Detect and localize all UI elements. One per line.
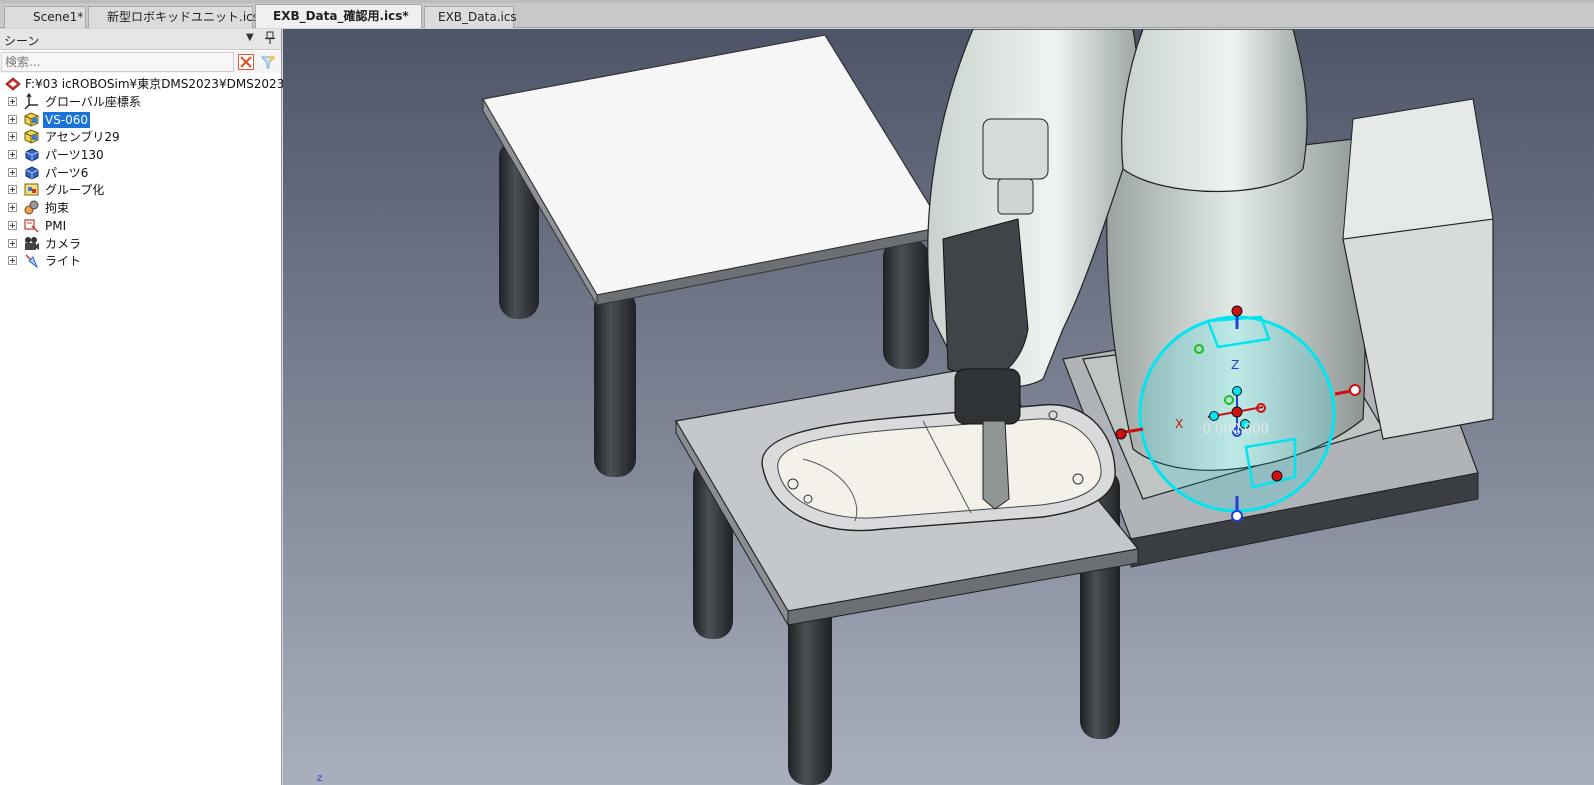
tree-item-pmi[interactable]: PMI <box>0 217 281 235</box>
tree-root-file[interactable]: F:¥03 icROBOSim¥東京DMS2023¥DMS2023¥3Dデ <box>0 75 321 93</box>
tree-item-light[interactable]: ライト <box>0 252 281 270</box>
tree-item-constraint[interactable]: 拘束 <box>0 199 281 217</box>
expand-icon[interactable] <box>8 203 17 213</box>
tab-robokid-unit[interactable]: 新型ロボキッドユニット.ics* <box>88 6 265 28</box>
tab-label: Scene1* <box>33 10 84 24</box>
tree-item-assembly29[interactable]: アセンブリ29 <box>0 128 281 146</box>
scene-root-icon <box>4 76 22 92</box>
tree-item-label: ライト <box>45 254 82 269</box>
gizmo-value-readout: -0.000.000 <box>1198 422 1269 437</box>
expand-icon[interactable] <box>8 185 17 195</box>
constraint-icon <box>23 199 40 216</box>
assembly-icon <box>23 128 40 145</box>
view-axis-indicator: z <box>317 773 322 784</box>
tree-root-label: F:¥03 icROBOSim¥東京DMS2023¥DMS2023¥3Dデ <box>25 77 321 91</box>
app-window: Scene1* 新型ロボキッドユニット.ics* EXB_Data_確認用.ic… <box>0 0 1594 785</box>
tree-item-vs-060[interactable]: VS-060 <box>0 111 281 129</box>
tab-label: 新型ロボキッドユニット.ics* <box>107 10 265 24</box>
scene-panel-header: シーン ▼ <box>0 29 281 50</box>
scene-search-input[interactable] <box>1 52 234 72</box>
clear-search-close-icon[interactable] <box>238 54 254 70</box>
assembly-icon <box>23 111 40 128</box>
group-icon <box>23 181 40 198</box>
tab-bar-top-strip <box>0 0 1594 3</box>
tree-item-parts6[interactable]: パーツ6 <box>0 164 281 182</box>
scene-panel-title: シーン <box>4 34 40 48</box>
expand-icon[interactable] <box>8 220 17 230</box>
document-tab-bar: Scene1* 新型ロボキッドユニット.ics* EXB_Data_確認用.ic… <box>0 0 1594 28</box>
expand-icon[interactable] <box>8 97 17 106</box>
light-icon <box>23 252 40 269</box>
expand-icon[interactable] <box>8 150 17 160</box>
3d-viewport[interactable]: Z X -0.000.000 z <box>283 29 1594 785</box>
tree-item-group[interactable]: グループ化 <box>0 181 281 199</box>
tree-item-label: パーツ130 <box>45 148 104 163</box>
part-icon <box>23 146 40 163</box>
panel-pin-icon[interactable] <box>264 31 276 48</box>
tree-item-label: VS-060 <box>43 111 91 128</box>
gizmo-x-label: X <box>1175 417 1183 431</box>
tree-item-label: アセンブリ29 <box>45 130 120 145</box>
axes-icon <box>23 92 40 110</box>
search-filter-icon[interactable] <box>260 54 276 70</box>
tree-item-global-axes[interactable]: グローバル座標系 <box>0 92 281 111</box>
tab-scene1[interactable]: Scene1* <box>4 6 86 28</box>
tab-label: EXB_Data.ics <box>438 10 517 24</box>
scene-search-row <box>0 51 281 73</box>
tab-exb-data[interactable]: EXB_Data.ics <box>424 6 517 28</box>
tree-item-label: PMI <box>45 218 67 233</box>
expand-icon[interactable] <box>8 167 17 177</box>
tree-item-label: カメラ <box>45 236 82 251</box>
part-icon <box>23 164 40 181</box>
tree-item-label: グループ化 <box>45 183 105 198</box>
tree-item-label: パーツ6 <box>45 165 89 180</box>
tab-label: EXB_Data_確認用.ics* <box>273 9 409 23</box>
expand-icon[interactable] <box>8 238 17 248</box>
gizmo-z-label: Z <box>1231 358 1239 372</box>
tree-item-label: グローバル座標系 <box>45 95 141 109</box>
tree-item-label: 拘束 <box>45 201 70 216</box>
tree-item-parts130[interactable]: パーツ130 <box>0 146 281 164</box>
camera-icon <box>23 235 40 252</box>
panel-menu-chevron-down-icon[interactable]: ▼ <box>246 32 254 43</box>
expand-icon[interactable] <box>8 114 17 124</box>
pmi-icon <box>23 217 40 234</box>
expand-icon[interactable] <box>8 256 17 266</box>
tab-exb-data-check[interactable]: EXB_Data_確認用.ics*× <box>255 4 433 28</box>
expand-icon[interactable] <box>8 132 17 142</box>
tree-item-camera[interactable]: カメラ <box>0 235 281 253</box>
scene-tree: F:¥03 icROBOSim¥東京DMS2023¥DMS2023¥3Dデ グロ… <box>0 75 321 270</box>
scene-panel: シーン ▼ F:¥03 icROBOSim¥東京DMS2023¥DMS2023¥… <box>0 29 321 785</box>
